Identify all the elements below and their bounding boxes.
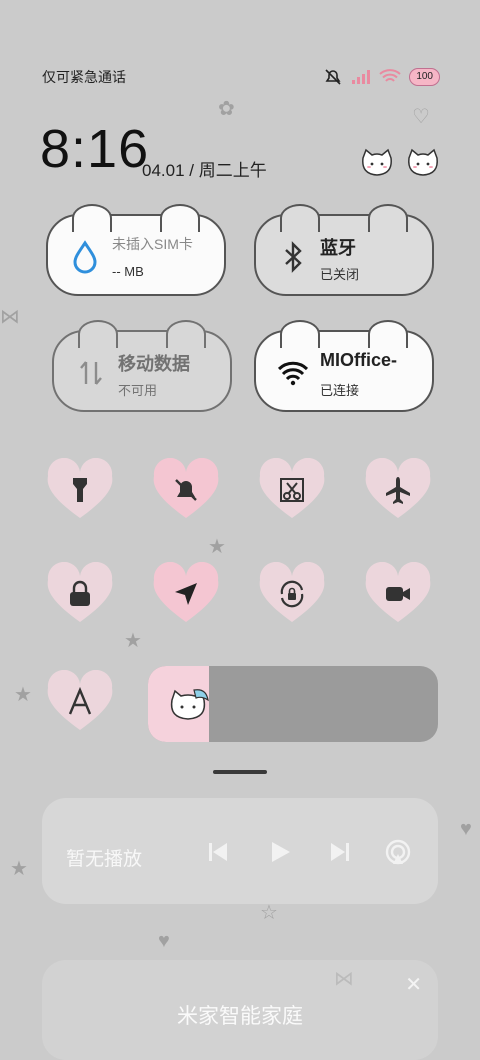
star-sticker-icon: ★ <box>10 858 28 880</box>
ribbon-sticker-icon: ⋈ <box>0 306 20 328</box>
heart-sticker-icon: ♥ <box>158 930 170 952</box>
bluetooth-title: 蓝牙 <box>320 238 356 258</box>
bluetooth-status: 已关闭 <box>320 267 360 282</box>
wifi-icon <box>379 69 401 82</box>
rotate-lock-icon <box>280 580 304 608</box>
airplane-icon <box>386 477 410 504</box>
panel-grabber[interactable] <box>213 770 267 774</box>
lock-icon <box>70 580 90 606</box>
mobile-data-status: 不可用 <box>118 383 158 398</box>
tile-wifi[interactable]: MIOffice- 已连接 <box>254 320 434 412</box>
star-sticker-icon: ★ <box>14 684 32 706</box>
mobile-data-icon <box>74 356 108 390</box>
toggle-airplane[interactable] <box>362 458 434 522</box>
video-icon <box>386 587 410 601</box>
location-icon <box>175 583 197 605</box>
toggle-font[interactable] <box>44 670 116 734</box>
cat-face-icon[interactable] <box>406 148 440 178</box>
brightness-slider[interactable] <box>148 666 438 742</box>
toggle-flashlight[interactable] <box>44 458 116 522</box>
brightness-cat-icon[interactable] <box>166 686 210 722</box>
status-bar: 仅可紧急通话 100 <box>42 66 440 88</box>
signal-icon <box>352 70 371 84</box>
carrier-status: 仅可紧急通话 <box>42 69 126 85</box>
media-status: 暂无播放 <box>66 849 143 870</box>
toggle-mute[interactable] <box>150 458 222 522</box>
scissors-icon <box>280 478 304 502</box>
toggle-screen-record[interactable] <box>362 562 434 626</box>
toggle-auto-rotate[interactable] <box>256 562 328 626</box>
wifi-status: 已连接 <box>320 383 360 398</box>
toggle-screenshot[interactable] <box>256 458 328 522</box>
wifi-icon <box>276 356 310 390</box>
cat-face-icon[interactable] <box>360 148 394 178</box>
bluetooth-icon <box>276 240 310 274</box>
star-sticker-icon: ★ <box>124 630 142 652</box>
smart-home-card[interactable]: ✕ 米家智能家庭 <box>42 960 438 1060</box>
toggle-location[interactable] <box>150 562 222 626</box>
font-a-icon <box>68 686 92 715</box>
clock-time: 8:16 <box>40 119 150 179</box>
smart-home-title: 米家智能家庭 <box>177 1005 303 1028</box>
data-usage-title: 未插入SIM卡 <box>112 236 193 252</box>
data-usage-value: -- MB <box>112 264 144 279</box>
water-drop-icon <box>68 240 102 274</box>
flashlight-icon <box>73 478 87 502</box>
battery-icon: 100 <box>409 68 440 86</box>
tile-data-usage[interactable]: 未插入SIM卡 -- MB <box>46 204 226 296</box>
tile-mobile-data[interactable]: 移动数据 不可用 <box>52 320 232 412</box>
tile-bluetooth[interactable]: 蓝牙 已关闭 <box>254 204 434 296</box>
close-icon[interactable]: ✕ <box>405 972 422 997</box>
star-sticker-icon: ✿ <box>218 98 235 120</box>
heart-sticker-icon: ♥ <box>460 818 472 840</box>
heart-sticker-icon: ♡ <box>412 106 430 128</box>
star-sticker-icon: ★ <box>208 536 226 558</box>
mute-icon <box>325 69 341 85</box>
media-card: 暂无播放 <box>42 798 438 904</box>
cast-icon[interactable] <box>384 838 412 866</box>
bell-off-icon <box>175 479 197 501</box>
mobile-data-title: 移动数据 <box>118 354 190 374</box>
next-icon[interactable] <box>326 838 354 866</box>
play-icon[interactable] <box>266 838 294 866</box>
wifi-network-name: MIOffice- <box>320 350 398 370</box>
clock-date: 04.01 / 周二上午 <box>142 161 267 180</box>
previous-icon[interactable] <box>204 838 232 866</box>
toggle-lock[interactable] <box>44 562 116 626</box>
